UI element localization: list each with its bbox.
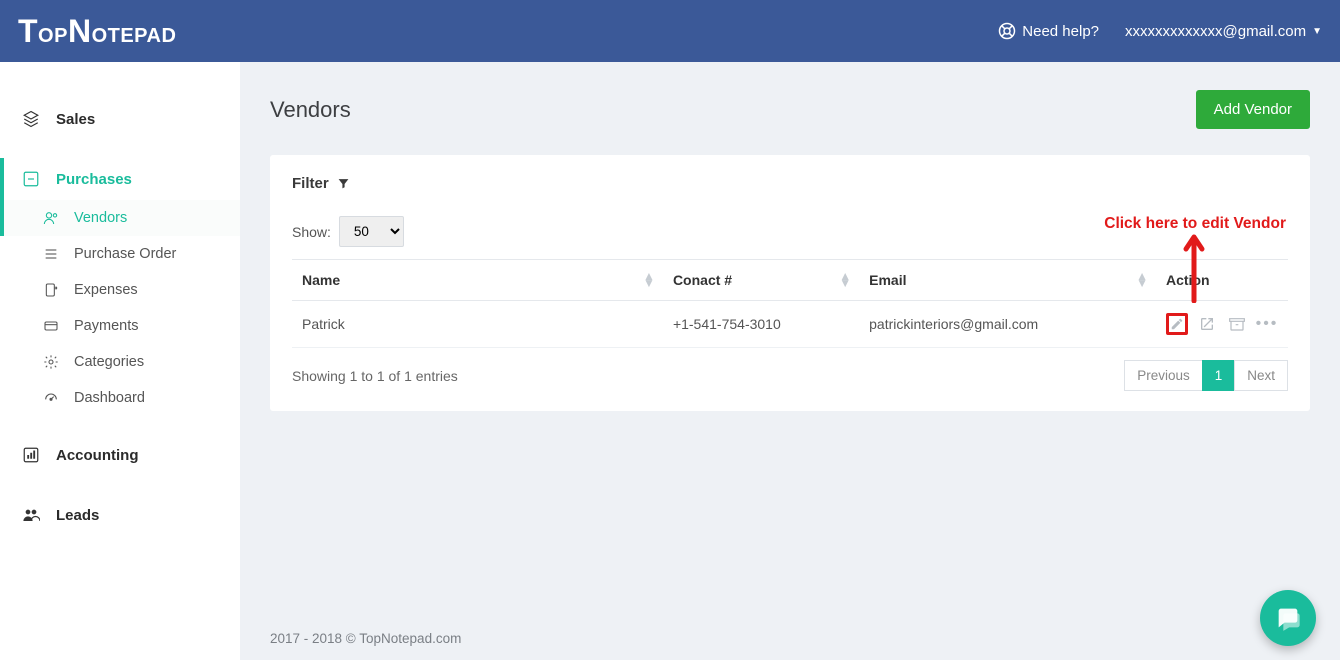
sidebar-item-label: Vendors	[74, 210, 127, 226]
page-size-select[interactable]: 102550100	[339, 216, 404, 247]
users-icon	[22, 506, 40, 524]
archive-vendor-button[interactable]	[1226, 313, 1248, 335]
sidebar-item-sales[interactable]: Sales	[0, 98, 240, 140]
sidebar-item-label: Purchases	[56, 171, 132, 188]
pager-previous[interactable]: Previous	[1124, 360, 1203, 391]
annotation-arrow-icon	[1182, 233, 1206, 303]
col-email[interactable]: Email ▲▼	[859, 260, 1156, 301]
vendors-card: Filter Show: 102550100 Name ▲▼	[270, 155, 1310, 411]
sidebar-item-label: Purchase Order	[74, 246, 176, 262]
cell-contact: +1-541-754-3010	[663, 301, 859, 348]
sort-icon: ▲▼	[1136, 273, 1148, 287]
filter-label: Filter	[292, 175, 329, 192]
app-logo: TopNotepad	[18, 13, 176, 50]
chat-icon	[1274, 604, 1302, 632]
col-contact-label: Conact #	[673, 272, 732, 288]
sidebar-subitem-dashboard[interactable]: Dashboard	[0, 380, 240, 416]
sidebar-item-label: Categories	[74, 354, 144, 370]
sidebar-item-purchases[interactable]: Purchases	[0, 158, 240, 200]
gear-icon	[42, 353, 60, 371]
sidebar-item-label: Leads	[56, 507, 99, 524]
col-name-label: Name	[302, 272, 340, 288]
sidebar-subitem-vendors[interactable]: Vendors	[0, 200, 240, 236]
sidebar-subitem-payments[interactable]: Payments	[0, 308, 240, 344]
cell-name: Patrick	[292, 301, 663, 348]
more-actions-button[interactable]: •••	[1256, 313, 1278, 335]
edit-vendor-button[interactable]	[1166, 313, 1188, 335]
lifebuoy-icon	[998, 22, 1016, 40]
sort-icon: ▲▼	[643, 273, 655, 287]
sidebar: Sales Purchases Vendors Purchase Order E…	[0, 62, 240, 660]
sidebar-item-label: Accounting	[56, 447, 139, 464]
pager: Previous 1 Next	[1125, 360, 1288, 391]
sidebar-item-label: Payments	[74, 318, 138, 334]
col-name[interactable]: Name ▲▼	[292, 260, 663, 301]
help-label: Need help?	[1022, 23, 1099, 40]
list-icon	[42, 245, 60, 263]
col-action: Action	[1156, 260, 1288, 301]
page-title: Vendors	[270, 97, 351, 123]
table-row: Patrick +1-541-754-3010 patrickinteriors…	[292, 301, 1288, 348]
main-content: Vendors Add Vendor Filter Show: 10255010…	[240, 62, 1340, 660]
annotation-text: Click here to edit Vendor	[1104, 215, 1286, 233]
pager-next[interactable]: Next	[1234, 360, 1288, 391]
vendors-table: Name ▲▼ Conact # ▲▼ Email ▲▼ Action	[292, 259, 1288, 348]
sidebar-subitem-categories[interactable]: Categories	[0, 344, 240, 380]
layers-icon	[22, 110, 40, 128]
col-contact[interactable]: Conact # ▲▼	[663, 260, 859, 301]
sidebar-item-leads[interactable]: Leads	[0, 494, 240, 536]
cell-email: patrickinteriors@gmail.com	[859, 301, 1156, 348]
filter-icon	[337, 177, 350, 190]
topbar: TopNotepad Need help? xxxxxxxxxxxxx@gmai…	[0, 0, 1340, 62]
file-out-icon	[42, 281, 60, 299]
caret-down-icon: ▼	[1312, 26, 1322, 37]
chat-fab-button[interactable]	[1260, 590, 1316, 646]
minus-square-icon	[22, 170, 40, 188]
help-link[interactable]: Need help?	[998, 22, 1099, 40]
share-vendor-button[interactable]	[1196, 313, 1218, 335]
page-header: Vendors Add Vendor	[270, 90, 1310, 129]
sidebar-item-accounting[interactable]: Accounting	[0, 434, 240, 476]
sidebar-item-label: Sales	[56, 111, 95, 128]
sidebar-item-label: Dashboard	[74, 390, 145, 406]
show-label: Show:	[292, 224, 331, 240]
user-menu[interactable]: xxxxxxxxxxxxx@gmail.com ▼	[1125, 23, 1322, 40]
page-footer: 2017 - 2018 © TopNotepad.com	[270, 617, 1310, 646]
sort-icon: ▲▼	[839, 273, 851, 287]
user-email: xxxxxxxxxxxxx@gmail.com	[1125, 23, 1306, 40]
card-icon	[42, 317, 60, 335]
col-email-label: Email	[869, 272, 906, 288]
sidebar-subitem-expenses[interactable]: Expenses	[0, 272, 240, 308]
sidebar-subitem-purchase-order[interactable]: Purchase Order	[0, 236, 240, 272]
chart-icon	[22, 446, 40, 464]
sidebar-item-label: Expenses	[74, 282, 138, 298]
gauge-icon	[42, 389, 60, 407]
add-vendor-button[interactable]: Add Vendor	[1196, 90, 1310, 129]
pager-page-1[interactable]: 1	[1202, 360, 1236, 391]
vendor-icon	[42, 209, 60, 227]
entries-summary: Showing 1 to 1 of 1 entries	[292, 368, 458, 384]
filter-toggle[interactable]: Filter	[292, 175, 1288, 192]
